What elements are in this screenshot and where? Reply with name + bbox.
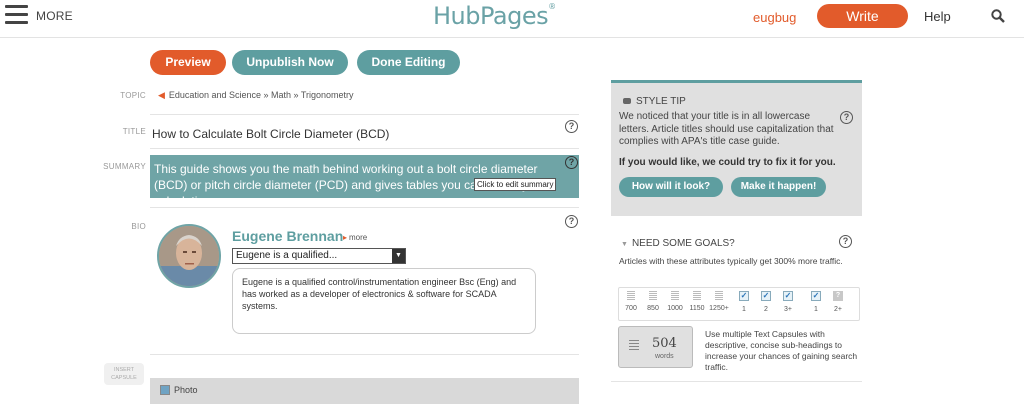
unpublish-now-button[interactable]: Unpublish Now xyxy=(232,50,348,75)
word-threshold-cell: 1000 xyxy=(664,291,686,319)
word-threshold-label: 1000 xyxy=(667,305,683,312)
how-will-it-look-button[interactable]: How will it look? xyxy=(619,177,723,197)
photo-icon xyxy=(160,385,170,395)
checkbox-checked-icon: ✓ xyxy=(811,291,821,301)
photo-capsule[interactable]: Photo xyxy=(150,378,579,404)
insert-capsule-button[interactable]: INSERT CAPSULE xyxy=(104,363,144,385)
attribute-label: 2 xyxy=(764,306,768,313)
author-portrait-image xyxy=(159,226,219,286)
write-button[interactable]: Write xyxy=(817,4,908,28)
text-lines-icon xyxy=(649,291,657,300)
checkbox-checked-icon: ✓ xyxy=(739,291,749,301)
word-count-advice: Use multiple Text Capsules with descript… xyxy=(705,329,858,372)
author-more-link[interactable]: ▸ more xyxy=(343,233,367,242)
goals-title: NEED SOME GOALS? xyxy=(631,238,735,249)
more-menu-label[interactable]: MORE xyxy=(36,9,73,23)
author-avatar xyxy=(157,224,221,288)
word-count-box: 504 words xyxy=(618,326,693,368)
attribute-cell: ✓ 1 xyxy=(805,291,827,319)
goals-panel: ▼ NEED SOME GOALS? ? Articles with these … xyxy=(611,222,862,382)
bio-label: BIO xyxy=(131,222,146,231)
title-help-icon[interactable]: ? xyxy=(565,120,578,133)
word-threshold-cell: 1250+ xyxy=(708,291,730,319)
style-tip-heading: STYLE TIP xyxy=(623,96,686,107)
divider xyxy=(150,354,579,355)
search-icon[interactable] xyxy=(991,9,1005,23)
text-lines-icon xyxy=(693,291,701,300)
attribute-label: 1 xyxy=(742,306,746,313)
triangle-down-icon: ▼ xyxy=(621,241,628,248)
style-tip-panel: STYLE TIP ? We noticed that your title i… xyxy=(611,80,862,216)
bio-textarea[interactable]: Eugene is a qualified control/instrument… xyxy=(232,268,536,334)
logo-text: HubPages xyxy=(433,2,549,30)
checkbox-checked-icon: ✓ xyxy=(783,291,793,301)
attribute-label: 2+ xyxy=(834,306,842,313)
attribute-cell: ✓ 3+ xyxy=(777,291,799,319)
style-tip-prompt: If you would like, we could try to fix i… xyxy=(619,157,836,168)
word-threshold-label: 1250+ xyxy=(709,305,729,312)
attribute-label: 3+ xyxy=(784,306,792,313)
goals-help-icon[interactable]: ? xyxy=(839,235,852,248)
attribute-cell: ? 2+ xyxy=(827,291,849,319)
text-lines-icon xyxy=(627,291,635,300)
word-threshold-cell: 850 xyxy=(642,291,664,319)
article-title-field[interactable]: How to Calculate Bolt Circle Diameter (B… xyxy=(152,127,389,141)
author-name-link[interactable]: Eugene Brennan xyxy=(232,228,343,244)
bio-select-value: Eugene is a qualified... xyxy=(236,250,338,261)
word-threshold-label: 1150 xyxy=(689,305,705,312)
topic-label: TOPIC xyxy=(120,91,146,100)
word-count-unit: words xyxy=(655,353,674,360)
text-lines-icon xyxy=(671,291,679,300)
word-threshold-cell: 700 xyxy=(620,291,642,319)
word-threshold-label: 700 xyxy=(625,305,637,312)
author-more-label: more xyxy=(349,233,368,242)
hubpages-logo[interactable]: HubPages® xyxy=(433,2,556,30)
divider xyxy=(150,148,579,149)
style-tip-title: STYLE TIP xyxy=(636,96,686,107)
topic-breadcrumb[interactable]: ◀ Education and Science » Math » Trigonom… xyxy=(158,90,354,101)
topic-arrow-icon: ◀ xyxy=(158,90,165,100)
photo-capsule-label: Photo xyxy=(174,385,198,395)
attribute-cell: ✓ 1 xyxy=(733,291,755,319)
done-editing-button[interactable]: Done Editing xyxy=(357,50,460,75)
attribute-label: 1 xyxy=(814,306,818,313)
word-count-value: 504 xyxy=(652,336,677,351)
divider xyxy=(150,207,579,208)
summary-label: SUMMARY xyxy=(103,162,146,171)
summary-field[interactable]: This guide shows you the math behind wor… xyxy=(150,155,579,208)
edit-summary-tooltip: Click to edit summary xyxy=(474,178,557,191)
summary-help-icon[interactable]: ? xyxy=(565,156,578,169)
more-arrow-icon: ▸ xyxy=(343,233,348,242)
preview-button[interactable]: Preview xyxy=(150,50,226,75)
top-navigation-bar: MORE HubPages® eugbug Write Help xyxy=(0,0,1024,38)
chevron-down-icon[interactable]: ▼ xyxy=(392,249,405,263)
document-icon xyxy=(629,340,639,350)
title-label: TITLE xyxy=(122,127,146,136)
question-mark-icon: ? xyxy=(833,291,843,301)
bio-select[interactable]: Eugene is a qualified... ▼ xyxy=(232,248,406,264)
goals-description: Articles with these attributes typically… xyxy=(619,256,843,266)
word-threshold-cell: 1150 xyxy=(686,291,708,319)
word-threshold-label: 850 xyxy=(647,305,659,312)
username-link[interactable]: eugbug xyxy=(753,10,796,25)
hamburger-menu-icon[interactable] xyxy=(5,5,28,25)
bio-help-icon[interactable]: ? xyxy=(565,215,578,228)
help-link[interactable]: Help xyxy=(924,9,951,24)
registered-mark: ® xyxy=(548,2,556,11)
attribute-cell: ✓ 2 xyxy=(755,291,777,319)
checkbox-checked-icon: ✓ xyxy=(761,291,771,301)
style-tip-body: We noticed that your title is in all low… xyxy=(619,111,834,147)
divider xyxy=(150,114,579,115)
make-it-happen-button[interactable]: Make it happen! xyxy=(731,177,826,197)
goal-attributes-strip: 700 850 1000 1150 1250+ ✓ 1 ✓ 2 ✓ 3+ ✓ 1 ? 2+ xyxy=(618,287,860,321)
style-tip-help-icon[interactable]: ? xyxy=(840,111,853,124)
goals-heading[interactable]: ▼ NEED SOME GOALS? xyxy=(621,238,735,249)
topic-path: Education and Science » Math » Trigonome… xyxy=(168,90,354,100)
speech-bubble-icon xyxy=(623,98,631,104)
text-lines-icon xyxy=(715,291,723,300)
